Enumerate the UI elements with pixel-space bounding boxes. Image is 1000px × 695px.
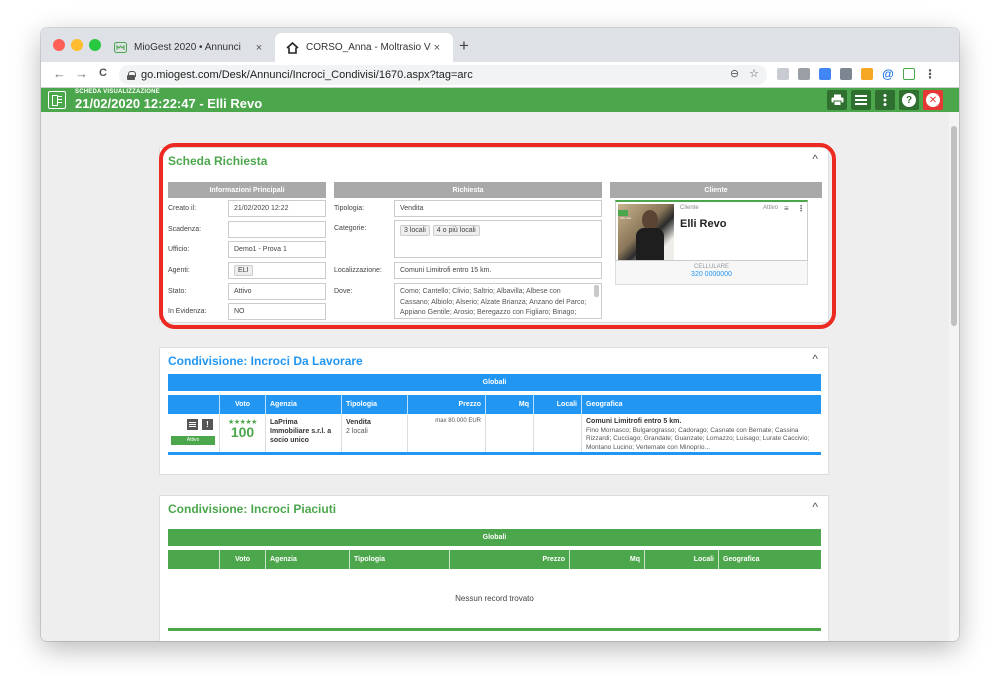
url-text: go.miogest.com/Desk/Annunci/Incroci_Cond… [141,69,473,81]
voto-cell: ★★★★★ 100 [220,415,266,452]
new-tab-button[interactable]: + [459,36,469,56]
tipologia-value: Vendita [346,419,371,426]
bookmark-star-icon[interactable]: ☆ [749,67,759,80]
miogest-extension-icon[interactable] [903,68,915,80]
col-voto[interactable]: Voto [220,395,266,414]
back-arrow-icon[interactable]: ← [53,66,66,81]
info-icon[interactable]: ! [202,419,213,430]
maximize-window-dot[interactable] [89,39,101,51]
tab-close-icon[interactable]: × [431,42,443,54]
more-options-button[interactable] [875,90,895,110]
tipologia-cell: Vendita 2 locali [342,415,408,452]
voto-value: 100 [230,424,255,440]
extension-icon[interactable] [798,68,810,80]
collapse-chevron-icon[interactable]: ^ [812,352,818,366]
empty-table-body: Nessun record trovato [168,569,821,631]
browser-toolbar: ← → C go.miogest.com/Desk/Annunci/Incroc… [41,62,959,88]
agenzia-cell: LaPrima Immobiliare s.r.l. a socio unico [266,415,342,452]
sidebar-toggle-icon[interactable] [48,91,66,109]
extensions-area: @ ⋮ [777,67,936,81]
locali-cell [534,415,582,452]
geografica-cell: Comuni Limitrofi entro 5 km. Fino Mornas… [582,415,821,452]
detail-icon[interactable] [187,419,198,430]
empty-message: Nessun record trovato [455,594,534,603]
extension-icon[interactable] [840,68,852,80]
col-geografica[interactable]: Geografica [582,395,821,414]
row-actions-cell: ! Attivo [168,415,220,452]
panel-title: Condivisione: Incroci Piaciuti [168,502,337,516]
help-button[interactable]: ? [899,90,919,110]
at-sign-extension-icon[interactable]: @ [882,68,894,80]
zoom-icon[interactable]: ⊖ [730,67,739,80]
tab-title: MioGest 2020 • Annunci [134,42,241,53]
col-tipologia[interactable]: Tipologia [350,550,450,569]
col-actions [168,550,220,569]
group-header-globali: Globali [168,374,821,391]
table-header: Voto Agenzia Tipologia Prezzo Mq Locali … [168,550,821,569]
tab-strip: MioGest 2020 • Annunci × CORSO_Anna - Mo… [41,28,959,62]
col-mq[interactable]: Mq [570,550,645,569]
tab-title: CORSO_Anna - Moltrasio Via Re [306,42,431,53]
col-prezzo[interactable]: Prezzo [450,550,570,569]
app-header: SCHEDA VISUALIZZAZIONE 21/02/2020 12:22:… [41,88,959,112]
lock-icon [127,70,136,80]
mq-cell [486,415,534,452]
miogest-favicon-icon [113,42,127,54]
browser-window: MioGest 2020 • Annunci × CORSO_Anna - Mo… [41,28,959,641]
col-agenzia[interactable]: Agenzia [266,550,350,569]
col-actions [168,395,220,414]
tab-miogest-annunci[interactable]: MioGest 2020 • Annunci × [103,33,275,62]
extension-icon[interactable] [861,68,873,80]
close-icon: ✕ [926,93,940,107]
panel-title: Condivisione: Incroci Da Lavorare [168,354,363,368]
close-window-dot[interactable] [53,39,65,51]
table-header: Voto Agenzia Tipologia Prezzo Mq Locali … [168,395,821,414]
translate-extension-icon[interactable] [819,68,831,80]
col-locali[interactable]: Locali [534,395,582,414]
prezzo-cell: max 80.000 EUR [408,415,486,452]
col-agenzia[interactable]: Agenzia [266,395,342,414]
forward-arrow-icon[interactable]: → [75,66,88,81]
col-voto[interactable]: Voto [220,550,266,569]
col-mq[interactable]: Mq [486,395,534,414]
page-title: 21/02/2020 12:22:47 - Elli Revo [75,96,263,111]
list-menu-button[interactable] [851,90,871,110]
address-bar[interactable]: go.miogest.com/Desk/Annunci/Incroci_Cond… [119,65,767,85]
vertical-dots-icon [883,94,887,106]
print-button[interactable] [827,90,847,110]
col-locali[interactable]: Locali [645,550,719,569]
scrollbar-thumb[interactable] [951,126,957,326]
printer-icon [831,94,843,106]
help-icon: ? [902,93,916,107]
group-header-globali: Globali [168,529,821,546]
extension-icon[interactable] [777,68,789,80]
geografica-list: Fino Mornasco; Bulgarograsso; Cadorago; … [586,426,810,451]
tab-close-icon[interactable]: × [253,42,265,54]
header-subtitle: SCHEDA VISUALIZZAZIONE [75,89,160,95]
col-geografica[interactable]: Geografica [719,550,821,569]
hamburger-icon [855,95,867,105]
col-tipologia[interactable]: Tipologia [342,395,408,414]
close-scheda-button[interactable]: ✕ [923,90,943,110]
collapse-chevron-icon[interactable]: ^ [812,500,818,514]
col-prezzo[interactable]: Prezzo [408,395,486,414]
content-area: Scheda Richiesta ^ Informazioni Principa… [41,112,949,641]
home-favicon-icon [285,41,299,54]
page-scrollbar[interactable] [949,112,959,641]
table-row[interactable]: ! Attivo ★★★★★ 100 LaPrima Immobiliare s… [168,415,821,455]
incroci-piaciuti-panel: Condivisione: Incroci Piaciuti ^ Globali… [159,495,829,641]
highlight-annotation [159,143,836,329]
tipologia-sub: 2 locali [346,428,368,435]
status-badge: Attivo [171,436,215,445]
tab-corso-anna[interactable]: CORSO_Anna - Moltrasio Via Re × [275,33,453,62]
browser-menu-icon[interactable]: ⋮ [924,67,936,81]
minimize-window-dot[interactable] [71,39,83,51]
reload-icon[interactable]: C [99,67,107,79]
geografica-title: Comuni Limitrofi entro 5 km. [586,418,682,425]
incroci-da-lavorare-panel: Condivisione: Incroci Da Lavorare ^ Glob… [159,347,829,475]
